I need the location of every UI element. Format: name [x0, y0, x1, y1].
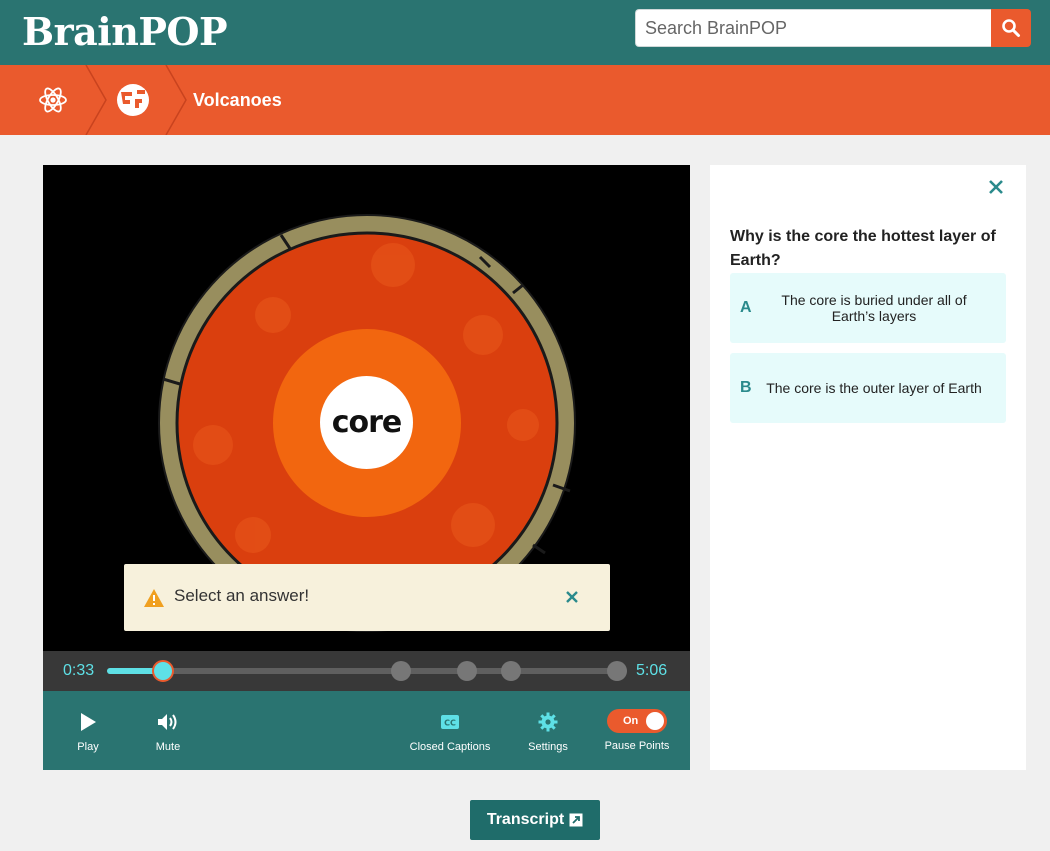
external-link-icon [569, 813, 583, 827]
pause-point-marker[interactable] [456, 661, 477, 681]
atom-icon [39, 87, 67, 113]
play-button[interactable]: Play [73, 691, 103, 770]
search-input[interactable] [635, 9, 991, 47]
answer-letter: B [740, 379, 752, 396]
pause-point-marker[interactable] [501, 661, 522, 681]
answer-option-a[interactable]: A The core is buried under all of Earth’… [730, 273, 1006, 343]
search-button[interactable] [991, 9, 1031, 47]
breadcrumb-earth-system[interactable] [112, 65, 154, 135]
toggle-knob [646, 712, 664, 730]
play-label: Play [77, 741, 99, 753]
pause-point-marker[interactable] [390, 661, 411, 681]
closed-captions-label: Closed Captions [409, 741, 491, 753]
search-icon [1002, 19, 1020, 37]
closed-captions-button[interactable]: CC Closed Captions [405, 691, 495, 770]
play-icon [81, 713, 96, 731]
progress-track[interactable] [107, 660, 627, 682]
closed-captions-icon: CC [441, 715, 459, 729]
brainpop-logo[interactable]: BrainPOP [22, 9, 228, 55]
player-controls: Play Mute CC Closed Captions Settings On… [43, 691, 690, 770]
breadcrumb-science[interactable] [30, 65, 76, 135]
video-player[interactable]: core Select an answer! 0:33 5:06 Play Mu… [43, 165, 690, 770]
mute-label: Mute [155, 741, 181, 753]
answer-letter: A [740, 299, 752, 316]
toggle-state: On [623, 715, 639, 727]
breadcrumb-separator [165, 65, 187, 135]
pause-point-marker[interactable] [606, 661, 627, 681]
mute-button[interactable]: Mute [148, 691, 188, 770]
transcript-label: Transcript [486, 811, 565, 828]
core-label: core [320, 376, 413, 469]
alert-message: Select an answer! [174, 586, 310, 605]
answer-text: The core is buried under all of Earth’s … [781, 292, 967, 324]
warning-icon [144, 589, 164, 607]
answer-option-b[interactable]: B The core is the outer layer of Earth [730, 353, 1006, 423]
quiz-question: Why is the core the hottest layer of Ear… [730, 228, 996, 269]
breadcrumb: Volcanoes [0, 65, 1050, 135]
close-icon[interactable] [988, 179, 1004, 195]
close-icon[interactable] [565, 590, 579, 604]
volume-icon [158, 714, 177, 730]
pause-points-switch[interactable]: On [607, 709, 667, 733]
quiz-panel: Why is the core the hottest layer of Ear… [710, 165, 1026, 770]
settings-button[interactable]: Settings [523, 691, 573, 770]
gear-icon [538, 712, 558, 732]
transcript-button[interactable]: Transcript [470, 800, 600, 840]
breadcrumb-separator [85, 65, 107, 135]
playhead-thumb[interactable] [152, 660, 175, 682]
video-timeline: 0:33 5:06 [43, 651, 690, 691]
svg-text:CC: CC [444, 719, 456, 728]
answer-text: The core is the outer layer of Earth [766, 380, 982, 396]
current-time: 0:33 [63, 662, 95, 679]
total-time: 5:06 [636, 662, 668, 679]
earth-globe-icon [117, 84, 149, 116]
select-answer-alert: Select an answer! [124, 564, 610, 631]
settings-label: Settings [528, 741, 568, 753]
pause-points-toggle[interactable]: On Pause Points [599, 691, 675, 770]
page-title: Volcanoes [193, 90, 282, 110]
pause-points-label: Pause Points [604, 740, 670, 752]
top-navbar: BrainPOP [0, 0, 1050, 65]
